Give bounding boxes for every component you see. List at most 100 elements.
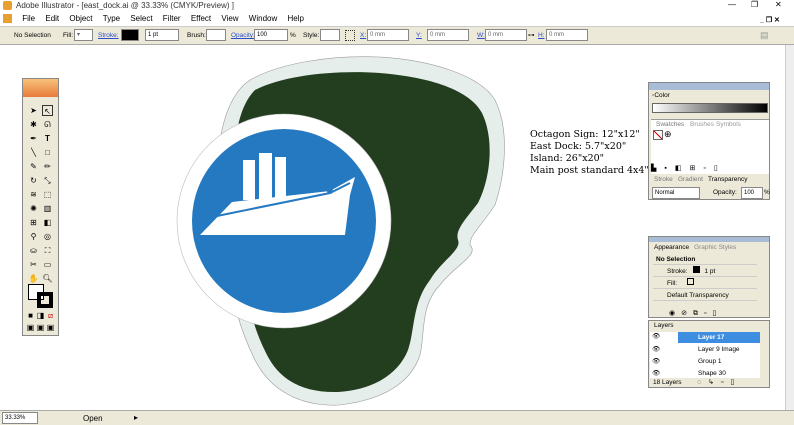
tab-gradient[interactable]: Gradient	[675, 175, 706, 185]
line-tool-icon[interactable]: ╲	[28, 147, 39, 158]
note-octagon-sign: Octagon Sign: 12"x12"	[530, 129, 640, 140]
blend-tool-icon[interactable]: ◎	[42, 231, 53, 242]
gradient-tool-icon[interactable]: ◧	[42, 217, 53, 228]
live-paint-select-icon[interactable]: ⛶	[42, 245, 53, 256]
pencil-icon[interactable]: ✏	[42, 161, 53, 172]
note-east-dock: East Dock: 5.7"x20"	[530, 141, 627, 152]
color-spectrum-ramp[interactable]	[652, 103, 768, 113]
panel-titlebar	[649, 237, 769, 242]
visibility-eye-icon[interactable]: 👁︎	[652, 332, 660, 340]
swatches-footer-icons[interactable]: ▙▪◧⊞▫▯	[651, 164, 769, 173]
scale-tool-icon[interactable]: ⤡	[42, 175, 53, 186]
magic-wand-icon[interactable]: ✱	[28, 119, 39, 130]
opacity-value: 100	[257, 32, 268, 38]
menu-file[interactable]: File	[22, 12, 35, 26]
rectangle-tool-icon[interactable]: □	[42, 147, 53, 158]
warp-tool-icon[interactable]: ≋	[28, 189, 39, 200]
menu-window[interactable]: Window	[249, 12, 277, 26]
style-label: Style:	[303, 32, 320, 39]
pen-tool-icon[interactable]: ✒	[28, 133, 39, 144]
stroke-weight-input[interactable]: 1 pt	[145, 29, 179, 41]
appearance-transparency-row[interactable]: Default Transparency	[653, 290, 757, 301]
visibility-eye-icon[interactable]: 👁︎	[652, 368, 660, 379]
rotate-tool-icon[interactable]: ↻	[28, 175, 39, 186]
menu-select[interactable]: Select	[130, 12, 152, 26]
brush-dropdown[interactable]	[206, 29, 226, 41]
paintbrush-icon[interactable]: ✎	[28, 161, 39, 172]
status-menu-arrow[interactable]: ▸	[134, 413, 138, 422]
tab-layers[interactable]: Layers	[651, 321, 677, 331]
layer-row[interactable]: 👁︎ Layer 9 Image	[650, 344, 760, 355]
menu-help[interactable]: Help	[287, 12, 303, 26]
fill-dropdown[interactable]: ▾	[74, 29, 93, 41]
symbol-sprayer-icon[interactable]: ✺	[28, 203, 39, 214]
window-title: Adobe Illustrator - [east_dock.ai @ 33.3…	[16, 1, 234, 10]
eyedropper-icon[interactable]: ⚲	[28, 231, 39, 242]
direct-selection-tool-icon[interactable]: ↖	[42, 105, 53, 116]
document-icon[interactable]: ▤	[760, 30, 769, 41]
menu-bar: File Edit Object Type Select Filter Effe…	[0, 12, 794, 26]
mesh-tool-icon[interactable]: ⊞	[28, 217, 39, 228]
tab-color[interactable]: ◦Color	[649, 91, 673, 101]
layer-row[interactable]: 👁︎ Group 1	[650, 356, 760, 367]
visibility-eye-icon[interactable]: 👁︎	[652, 356, 660, 367]
stroke-weight-value: 1 pt	[148, 32, 159, 38]
reference-point-icon[interactable]	[345, 30, 355, 41]
w-input[interactable]: 0 mm	[485, 29, 527, 41]
layer-name: Group 1	[698, 358, 722, 365]
blend-mode-dropdown[interactable]: Normal	[652, 187, 700, 199]
vertical-scrollbar[interactable]	[785, 45, 794, 410]
stroke-dropdown[interactable]	[121, 29, 139, 41]
scissors-icon[interactable]: ✂	[28, 259, 39, 270]
none-swatch[interactable]	[653, 130, 663, 140]
visibility-eye-icon[interactable]: 👁︎	[652, 344, 660, 355]
appearance-fill-row[interactable]: Fill:	[653, 278, 757, 289]
tab-appearance[interactable]: Appearance	[651, 243, 692, 253]
style-dropdown[interactable]	[320, 29, 340, 41]
menu-object[interactable]: Object	[69, 12, 92, 26]
restore-button[interactable]: ❐	[751, 0, 758, 9]
opacity-label[interactable]: Opacity:	[231, 32, 255, 39]
menu-edit[interactable]: Edit	[45, 12, 59, 26]
lasso-icon[interactable]: ᘏ	[42, 119, 53, 130]
menu-filter[interactable]: Filter	[163, 12, 181, 26]
tab-symbols[interactable]: Symbols	[713, 120, 744, 130]
transparency-opacity-input[interactable]: 100	[741, 187, 763, 199]
zoom-level-dropdown[interactable]: 33.33%	[2, 412, 38, 424]
fill-label: Fill:	[63, 32, 74, 39]
hand-tool-icon[interactable]: ✋	[28, 273, 39, 284]
tab-graphic-styles[interactable]: Graphic Styles	[691, 243, 739, 253]
layer-row[interactable]: 👁︎ Layer 17	[650, 332, 760, 343]
minimize-button[interactable]: —	[728, 0, 736, 9]
title-bar: Adobe Illustrator - [east_dock.ai @ 33.3…	[0, 0, 794, 12]
zoom-tool-icon[interactable]: 🔍︎	[42, 273, 53, 284]
x-input[interactable]: 0 mm	[367, 29, 409, 41]
y-input[interactable]: 0 mm	[427, 29, 469, 41]
screen-mode-full-icon[interactable]: ▣	[45, 322, 56, 333]
graph-tool-icon[interactable]: ▥	[42, 203, 53, 214]
free-transform-icon[interactable]: ⬚	[42, 189, 53, 200]
tab-stroke[interactable]: Stroke	[651, 175, 676, 185]
menu-view[interactable]: View	[221, 12, 238, 26]
live-paint-icon[interactable]: ⛀	[28, 245, 39, 256]
stroke-label[interactable]: Stroke:	[98, 32, 119, 39]
artboard-tool-icon[interactable]: ▭	[42, 259, 53, 270]
registration-swatch[interactable]: ⊕	[664, 129, 672, 140]
menu-type[interactable]: Type	[103, 12, 120, 26]
type-tool-icon[interactable]: T	[42, 133, 53, 144]
selection-tool-icon[interactable]: ➤	[28, 105, 39, 116]
none-mode-icon[interactable]: ⧄	[45, 310, 56, 321]
appearance-stroke-row[interactable]: Stroke: 1 pt	[653, 266, 757, 277]
menu-effect[interactable]: Effect	[191, 12, 211, 26]
layers-footer-icons[interactable]: ◌↳▫▯	[697, 378, 741, 386]
h-input[interactable]: 0 mm	[546, 29, 588, 41]
opacity-input[interactable]: 100	[254, 29, 288, 41]
appearance-footer-icons[interactable]: ◉⊘⧉▫▯	[669, 309, 722, 318]
close-button[interactable]: ✕	[775, 0, 782, 9]
layer-count: 18 Layers	[653, 379, 682, 386]
zoom-level-value: 33.33%	[5, 415, 26, 421]
stroke-swatch[interactable]	[37, 292, 53, 308]
constrain-link-icon[interactable]: ⊶	[528, 31, 535, 39]
tab-transparency[interactable]: Transparency	[705, 175, 751, 185]
transparency-opacity-value: 100	[744, 190, 755, 196]
